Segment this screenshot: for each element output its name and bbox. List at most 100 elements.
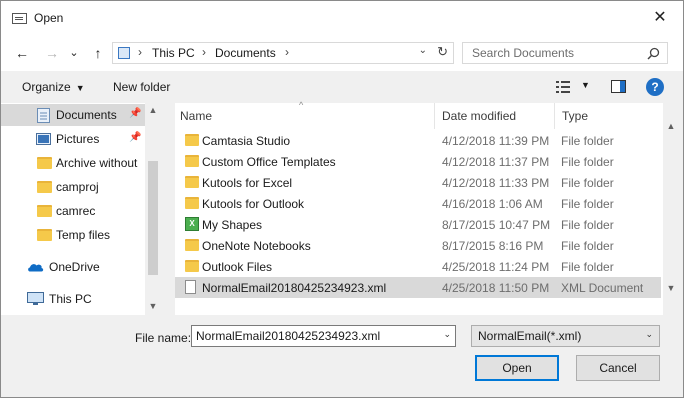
file-type: File folder <box>561 176 614 190</box>
file-name: Camtasia Studio <box>202 134 291 148</box>
sidebar-item-label: Temp files <box>56 228 111 242</box>
scrollbar-thumb[interactable] <box>148 161 158 275</box>
file-name: My Shapes <box>202 218 263 232</box>
scroll-up-icon[interactable]: ▲ <box>663 121 679 131</box>
file-date: 4/12/2018 11:37 PM <box>442 155 550 169</box>
sidebar-item-this-pc[interactable]: This PC <box>1 288 145 310</box>
sidebar-item-camproj[interactable]: camproj <box>1 176 145 198</box>
folder-icon <box>37 181 52 193</box>
sidebar-item-pictures[interactable]: Pictures 📌 <box>1 128 145 150</box>
file-date: 4/12/2018 11:33 PM <box>442 176 550 190</box>
sidebar-item-camrec[interactable]: camrec <box>1 200 145 222</box>
scroll-up-icon[interactable]: ▲ <box>145 105 161 115</box>
file-list-scrollbar[interactable]: ▲ ▼ <box>663 103 679 315</box>
folder-icon <box>185 176 199 188</box>
file-name-label: File name: <box>135 331 192 345</box>
scroll-down-icon[interactable]: ▼ <box>663 283 679 293</box>
forward-arrow-icon[interactable]: → <box>43 44 61 62</box>
sidebar-item-label: camproj <box>56 180 99 194</box>
file-type: File folder <box>561 197 614 211</box>
caret-down-icon: ▼ <box>75 83 85 93</box>
sidebar-item-temp-files[interactable]: Temp files <box>1 224 145 246</box>
scroll-down-icon[interactable]: ▼ <box>145 301 161 311</box>
column-header-type[interactable]: Type <box>562 109 588 123</box>
table-row[interactable]: X My Shapes 8/17/2015 10:47 PM File fold… <box>175 214 661 235</box>
table-row-selected[interactable]: NormalEmail20180425234923.xml 4/25/2018 … <box>175 277 661 298</box>
pictures-icon <box>36 133 51 145</box>
file-type-select[interactable]: NormalEmail(*.xml) ⌄ <box>471 325 660 347</box>
file-date: 4/12/2018 11:39 PM <box>442 134 550 148</box>
breadcrumb-separator-icon[interactable]: › <box>138 45 142 59</box>
file-date: 4/16/2018 1:06 AM <box>442 197 543 211</box>
sidebar-item-label: Pictures <box>56 132 100 146</box>
file-date: 4/25/2018 11:24 PM <box>442 260 550 274</box>
command-toolbar: Organize ▼ New folder ▼ ? <box>1 71 683 103</box>
folder-icon <box>37 205 52 217</box>
table-row[interactable]: OneNote Notebooks 8/17/2015 8:16 PM File… <box>175 235 661 256</box>
sidebar-item-label: This PC <box>49 292 92 306</box>
file-date: 8/17/2015 8:16 PM <box>442 239 544 253</box>
sidebar-item-documents[interactable]: Documents 📌 <box>1 104 145 126</box>
address-bar[interactable]: › This PC › Documents › ⌄ ↻ <box>112 42 454 64</box>
shapes-folder-icon: X <box>185 217 199 231</box>
new-folder-button[interactable]: New folder <box>113 80 170 94</box>
view-options-icon[interactable] <box>556 81 570 93</box>
column-header-date-modified[interactable]: Date modified <box>442 109 516 123</box>
preview-pane-icon[interactable] <box>611 80 626 93</box>
refresh-icon[interactable]: ↻ <box>437 44 448 60</box>
breadcrumb-separator-icon[interactable]: › <box>202 45 206 59</box>
table-row[interactable]: Kutools for Excel 4/12/2018 11:33 PM Fil… <box>175 172 661 193</box>
file-date: 4/25/2018 11:50 PM <box>442 281 550 295</box>
organize-label: Organize <box>22 80 71 94</box>
file-name: Custom Office Templates <box>202 155 336 169</box>
table-row[interactable]: Custom Office Templates 4/12/2018 11:37 … <box>175 151 661 172</box>
folder-icon <box>185 155 199 167</box>
table-row[interactable]: Camtasia Studio 4/12/2018 11:39 PM File … <box>175 130 661 151</box>
breadcrumb-documents[interactable]: Documents <box>215 46 276 60</box>
sidebar-item-archive-without[interactable]: Archive without <box>1 152 145 174</box>
file-type-dropdown-icon[interactable]: ⌄ <box>645 329 653 340</box>
dialog-icon <box>12 13 27 24</box>
folder-icon <box>185 197 199 209</box>
column-header-name[interactable]: Name <box>180 109 212 123</box>
navigation-pane: Documents 📌 Pictures 📌 Archive without c… <box>1 103 161 315</box>
help-icon[interactable]: ? <box>646 78 664 96</box>
table-row[interactable]: Kutools for Outlook 4/16/2018 1:06 AM Fi… <box>175 193 661 214</box>
breadcrumb-this-pc[interactable]: This PC <box>152 46 195 60</box>
file-type: File folder <box>561 239 614 253</box>
organize-button[interactable]: Organize ▼ <box>22 80 85 94</box>
this-pc-icon <box>27 292 44 305</box>
file-name: NormalEmail20180425234923.xml <box>202 281 387 295</box>
recent-locations-chevron-icon[interactable]: ⌄ <box>65 44 83 62</box>
file-list: ^ Name Date modified Type Camtasia Studi… <box>175 100 663 315</box>
file-type: File folder <box>561 218 614 232</box>
back-arrow-icon[interactable]: ← <box>13 44 31 62</box>
sort-ascending-icon: ^ <box>299 100 304 110</box>
sidebar-scrollbar[interactable]: ▲ ▼ <box>145 103 161 315</box>
table-row[interactable]: Outlook Files 4/25/2018 11:24 PM File fo… <box>175 256 661 277</box>
file-type: File folder <box>561 134 614 148</box>
folder-icon <box>185 134 199 146</box>
column-divider[interactable] <box>554 103 555 129</box>
column-header-row: ^ Name Date modified Type <box>175 100 663 129</box>
document-icon <box>185 280 196 294</box>
folder-icon <box>37 229 52 241</box>
breadcrumb-separator-icon[interactable]: › <box>285 45 289 59</box>
up-arrow-icon[interactable]: ↑ <box>89 44 107 62</box>
open-dialog: Open ✕ ← → ⌄ ↑ › This PC › Documents › ⌄… <box>0 0 684 398</box>
search-input[interactable]: Search Documents <box>462 42 668 64</box>
file-name-dropdown-icon[interactable]: ⌄ <box>443 329 451 340</box>
title-bar: Open ✕ <box>1 1 683 35</box>
sidebar-item-onedrive[interactable]: OneDrive <box>1 256 145 278</box>
file-type-value: NormalEmail(*.xml) <box>478 329 582 343</box>
column-divider[interactable] <box>434 103 435 129</box>
file-name: Kutools for Outlook <box>202 197 305 211</box>
open-button[interactable]: Open <box>475 355 559 381</box>
address-dropdown-icon[interactable]: ⌄ <box>419 45 427 56</box>
sidebar-item-label: Documents <box>56 108 117 122</box>
file-name-input[interactable]: NormalEmail20180425234923.xml ⌄ <box>191 325 456 347</box>
view-dropdown-icon[interactable]: ▼ <box>581 80 590 90</box>
file-type: File folder <box>561 260 614 274</box>
close-icon[interactable]: ✕ <box>637 1 683 35</box>
cancel-button[interactable]: Cancel <box>576 355 660 381</box>
